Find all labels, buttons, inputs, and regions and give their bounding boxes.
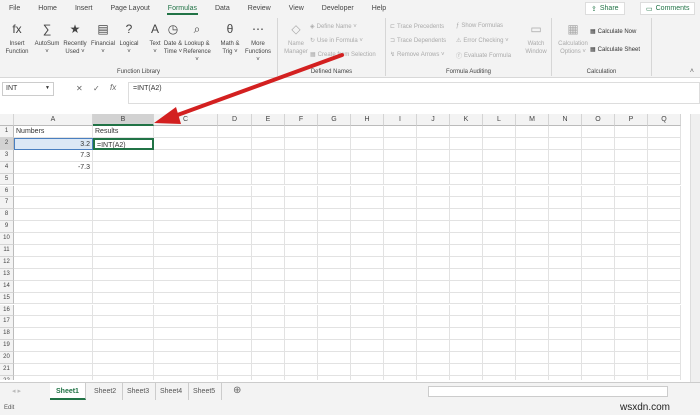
cell-B2[interactable]: =INT(A2) (93, 137, 154, 150)
sheet-tab-sheet2[interactable]: Sheet2 (88, 383, 124, 400)
horizontal-scrollbar[interactable] (428, 386, 668, 397)
scroll-left-icon[interactable]: ◂ ▸ (12, 387, 21, 395)
sheet-tabs-bar: ◂ ▸ ⊕ Sheet1 Sheet2 Sheet3 Sheet4 Sheet5 (0, 382, 700, 401)
sheet-tab-sheet1[interactable]: Sheet1 (50, 383, 86, 400)
status-bar: Edit wsxdn.com (0, 401, 700, 415)
add-sheet-icon[interactable]: ⊕ (233, 385, 241, 396)
status-mode: Edit (4, 405, 15, 411)
watermark: wsxdn.com (620, 402, 671, 413)
sheet-tab-sheet5[interactable]: Sheet5 (187, 383, 223, 400)
annotation-arrow (154, 53, 344, 124)
sheet-tab-sheet3[interactable]: Sheet3 (121, 383, 157, 400)
sheet-tab-sheet4[interactable]: Sheet4 (154, 383, 190, 400)
